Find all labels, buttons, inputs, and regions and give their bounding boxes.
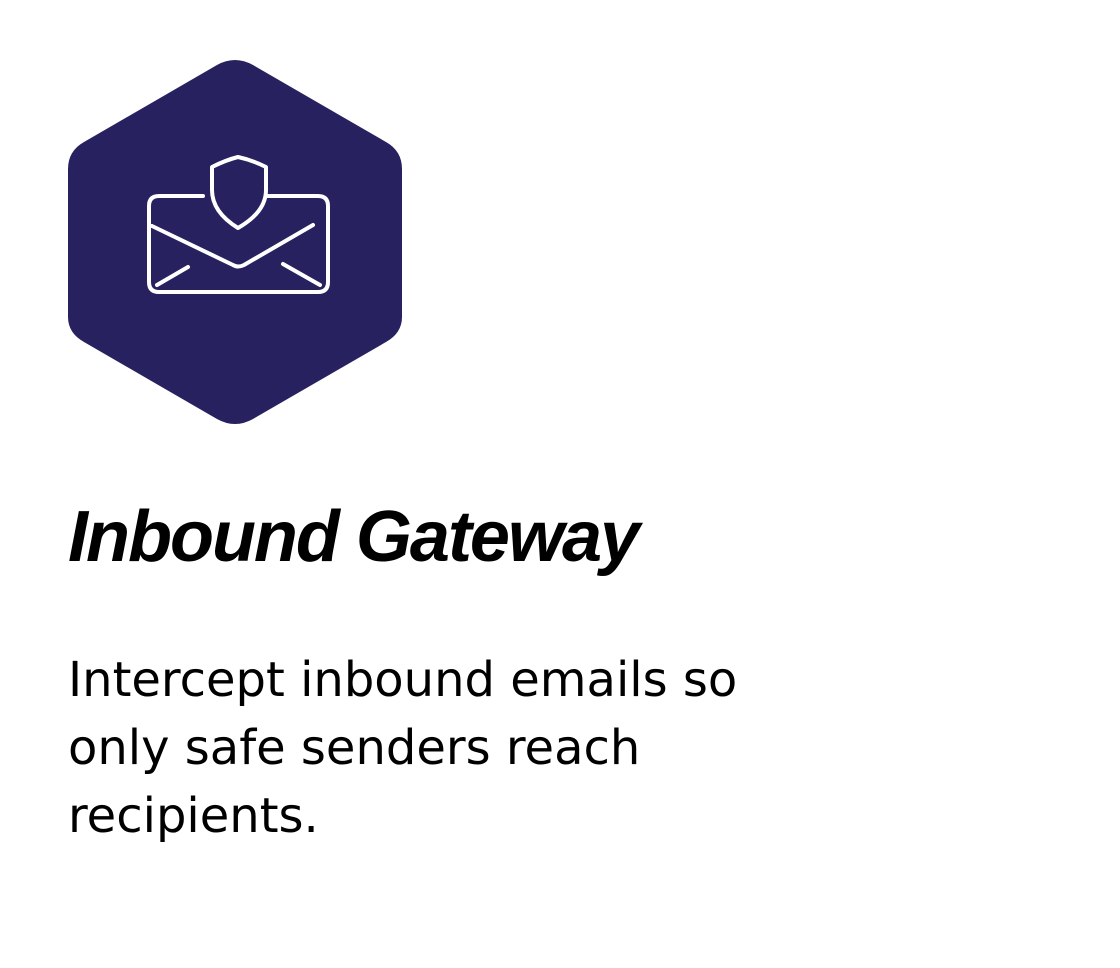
hexagon-badge: [68, 57, 402, 425]
hexagon-shape: [68, 60, 402, 424]
feature-card: Inbound Gateway Intercept inbound emails…: [0, 0, 1120, 968]
card-title: Inbound Gateway: [68, 497, 640, 577]
card-description: Intercept inbound emails so only safe se…: [68, 652, 738, 844]
